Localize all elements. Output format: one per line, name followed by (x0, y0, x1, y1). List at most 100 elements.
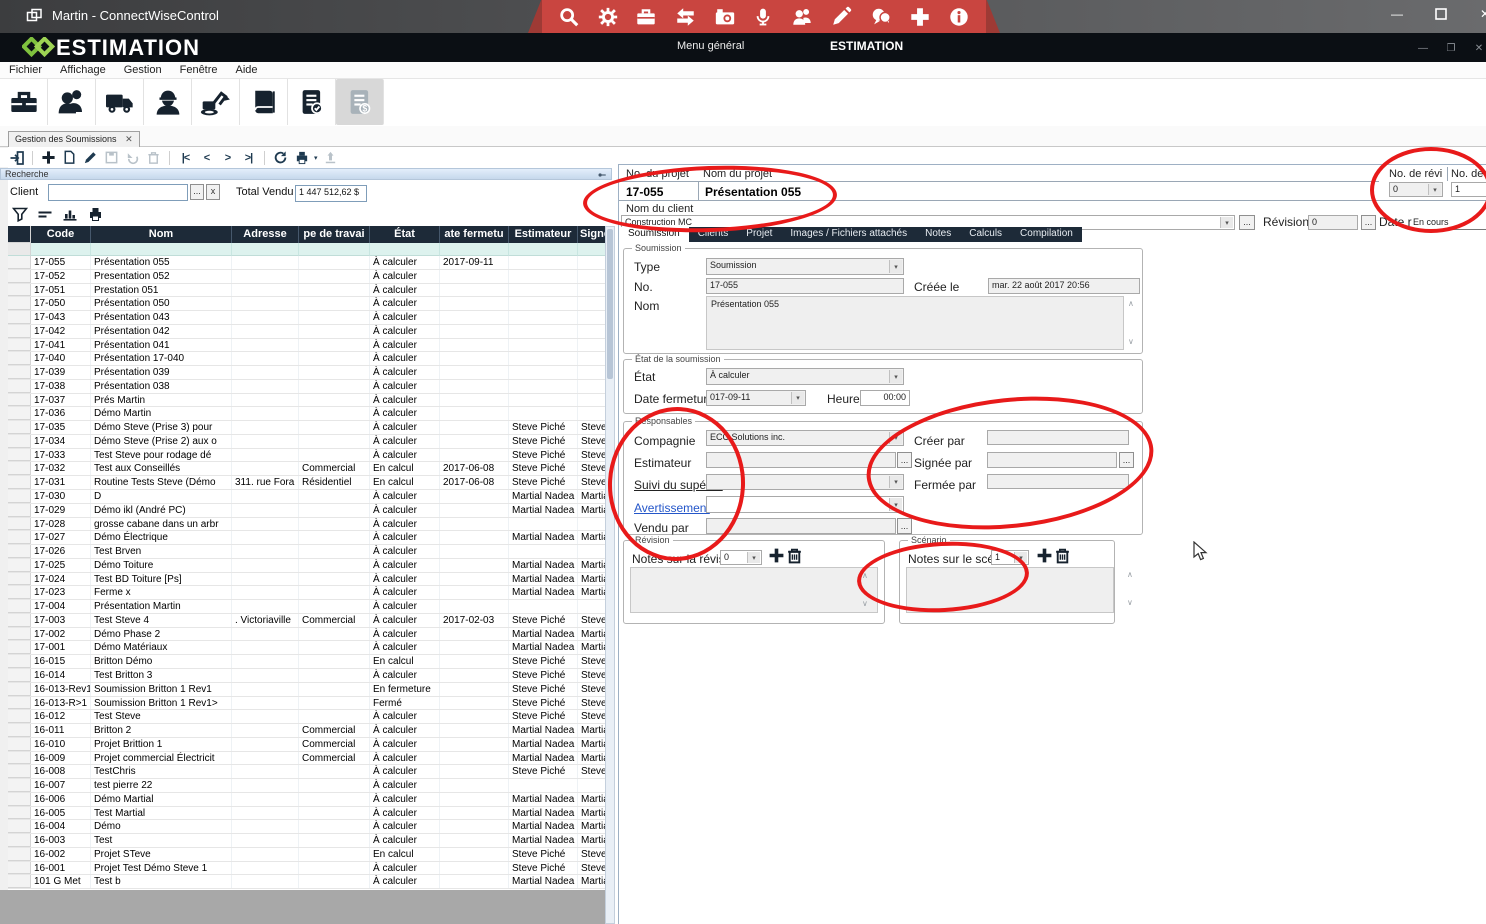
scroll-down-icon[interactable]: ∨ (1128, 337, 1134, 346)
chevron-down-icon[interactable]: ▾ (889, 498, 902, 511)
search-icon[interactable] (558, 6, 580, 28)
row-indicator[interactable] (8, 531, 31, 544)
row-indicator[interactable] (8, 352, 31, 365)
chat-icon[interactable] (869, 6, 893, 28)
table-row[interactable]: 17-039 Présentation 039 À calculer (8, 366, 605, 380)
next-icon[interactable]: > (219, 150, 236, 166)
row-indicator[interactable] (8, 518, 31, 531)
menu-affichage[interactable]: Affichage (51, 64, 115, 76)
table-row[interactable]: 17-052 Presentation 052 À calculer (8, 270, 605, 284)
row-indicator[interactable] (8, 462, 31, 475)
table-row[interactable]: 17-001 Démo Matériaux À calculer Martial… (8, 641, 605, 655)
table-row[interactable]: 17-032 Test aux Conseillés Commercial En… (8, 462, 605, 476)
scenario-number-select[interactable]: 1▾ (991, 550, 1029, 565)
plus-icon[interactable] (909, 6, 931, 28)
row-indicator[interactable] (8, 875, 31, 888)
client-lookup-button[interactable]: ... (190, 184, 204, 200)
table-row[interactable]: 17-038 Présentation 038 À calculer (8, 380, 605, 394)
row-indicator[interactable] (8, 435, 31, 448)
client-lookup-button[interactable]: ... (1239, 215, 1255, 230)
table-row[interactable]: 16-002 Projet STeve En calcul Steve Pich… (8, 848, 605, 862)
client-input[interactable] (48, 184, 188, 201)
row-indicator[interactable] (8, 614, 31, 627)
previous-icon[interactable]: < (198, 150, 215, 166)
app-restore-icon[interactable]: ❐ (1440, 41, 1462, 55)
tab-soumission[interactable]: Soumission (619, 227, 689, 242)
row-indicator[interactable] (8, 407, 31, 420)
print-icon[interactable] (87, 206, 104, 222)
table-row[interactable]: 16-005 Test Martial À calculer Martial N… (8, 807, 605, 821)
tab-gestion-des-soumissions[interactable]: Gestion des Soumissions ✕ (8, 131, 140, 147)
add-revision-icon[interactable] (768, 547, 785, 564)
table-row[interactable]: 17-031 Routine Tests Steve (Démo 311. ru… (8, 476, 605, 490)
table-row[interactable]: 17-040 Présentation 17-040 À calculer (8, 352, 605, 366)
table-row[interactable]: 16-008 TestChris À calculer Steve Piché … (8, 765, 605, 779)
table-row[interactable]: 101 G Met Test b À calculer Martial Nade… (8, 875, 605, 889)
row-indicator[interactable] (8, 683, 31, 696)
col-nom[interactable]: Nom (91, 226, 232, 243)
row-indicator[interactable] (8, 256, 31, 269)
table-row[interactable]: 17-023 Ferme x À calculer Martial Nadea … (8, 586, 605, 600)
summary-rows-icon[interactable] (37, 206, 53, 222)
table-row[interactable]: 17-024 Test BD Toiture [Ps] À calculer M… (8, 573, 605, 587)
toolbox-icon[interactable] (635, 6, 657, 28)
row-indicator[interactable] (8, 862, 31, 875)
table-row[interactable]: 16-013-Rev1 Soumission Britton 1 Rev1 En… (8, 683, 605, 697)
tab-calculs[interactable]: Calculs (960, 227, 1011, 242)
menu-fichier[interactable]: Fichier (0, 64, 51, 76)
row-indicator[interactable] (8, 559, 31, 572)
gear-icon[interactable] (597, 6, 619, 28)
vendu-par-lookup-button[interactable]: ... (897, 518, 912, 534)
row-indicator[interactable] (8, 476, 31, 489)
table-row[interactable]: 17-055 Présentation 055 À calculer 2017-… (8, 256, 605, 270)
chevron-down-icon[interactable]: ▾ (889, 260, 902, 273)
table-row[interactable]: 17-029 Démo ikl (André PC) À calculer Ma… (8, 504, 605, 518)
search-panel-header[interactable]: Recherche (0, 168, 612, 180)
date-fermeture-field[interactable]: 017-09-11▾ (706, 390, 806, 406)
table-row[interactable]: 17-028 grosse cabane dans un arbr À calc… (8, 518, 605, 532)
menu-fenetre[interactable]: Fenêtre (171, 64, 227, 76)
table-row[interactable]: 17-036 Démo Martin À calculer (8, 407, 605, 421)
document-check-icon[interactable] (288, 79, 336, 125)
vendu-par-field[interactable] (706, 518, 896, 534)
row-indicator[interactable] (8, 449, 31, 462)
row-indicator[interactable] (8, 573, 31, 586)
table-row[interactable]: 16-003 Test À calculer Martial Nadea Mar… (8, 834, 605, 848)
row-indicator[interactable] (8, 820, 31, 833)
col-date-fermeture[interactable]: ate fermetu (440, 226, 509, 243)
save-icon[interactable] (103, 150, 120, 166)
row-indicator[interactable] (8, 339, 31, 352)
delete-scenario-icon[interactable] (1054, 547, 1071, 564)
row-indicator[interactable] (8, 545, 31, 558)
tab-projet[interactable]: Projet (737, 227, 781, 242)
toolbox-icon[interactable] (0, 79, 48, 125)
table-row[interactable]: 17-051 Prestation 051 À calculer (8, 284, 605, 298)
scroll-up-icon[interactable]: ∧ (862, 571, 868, 580)
clients-icon[interactable] (48, 79, 96, 125)
chevron-down-icon[interactable]: ▾ (1220, 217, 1233, 228)
col-signe[interactable]: Signé (578, 226, 605, 243)
menu-aide[interactable]: Aide (227, 64, 267, 76)
scroll-up-icon[interactable]: ∧ (1128, 299, 1134, 308)
row-indicator[interactable] (8, 490, 31, 503)
tab-images-fichiers[interactable]: Images / Fichiers attachés (781, 227, 916, 242)
exit-icon[interactable] (8, 150, 25, 166)
table-vertical-scrollbar[interactable] (605, 226, 615, 924)
document-dollar-icon[interactable]: $ (336, 79, 384, 125)
menu-gestion[interactable]: Gestion (115, 64, 171, 76)
chevron-down-icon[interactable]: ▾ (1428, 184, 1441, 195)
row-indicator[interactable] (8, 752, 31, 765)
table-row[interactable]: 17-035 Démo Steve (Prise 3) pour À calcu… (8, 421, 605, 435)
signee-par-lookup-button[interactable]: ... (1119, 452, 1134, 468)
table-row[interactable]: 16-015 Britton Démo En calcul Steve Pich… (8, 655, 605, 669)
tab-clients[interactable]: Clients (689, 227, 738, 242)
chevron-down-icon[interactable]: ▾ (1014, 552, 1027, 563)
notes-scenario-textarea[interactable] (906, 567, 1114, 613)
no-field[interactable]: 17-055 (706, 278, 904, 294)
suivi-superieur-select[interactable]: ▾ (706, 474, 904, 490)
table-row[interactable]: 16-007 test pierre 22 À calculer (8, 779, 605, 793)
tab-close-icon[interactable]: ✕ (125, 134, 133, 144)
table-row[interactable]: 17-026 Test Brven À calculer (8, 545, 605, 559)
row-indicator[interactable] (8, 394, 31, 407)
chevron-down-icon[interactable]: ▾ (889, 476, 902, 488)
